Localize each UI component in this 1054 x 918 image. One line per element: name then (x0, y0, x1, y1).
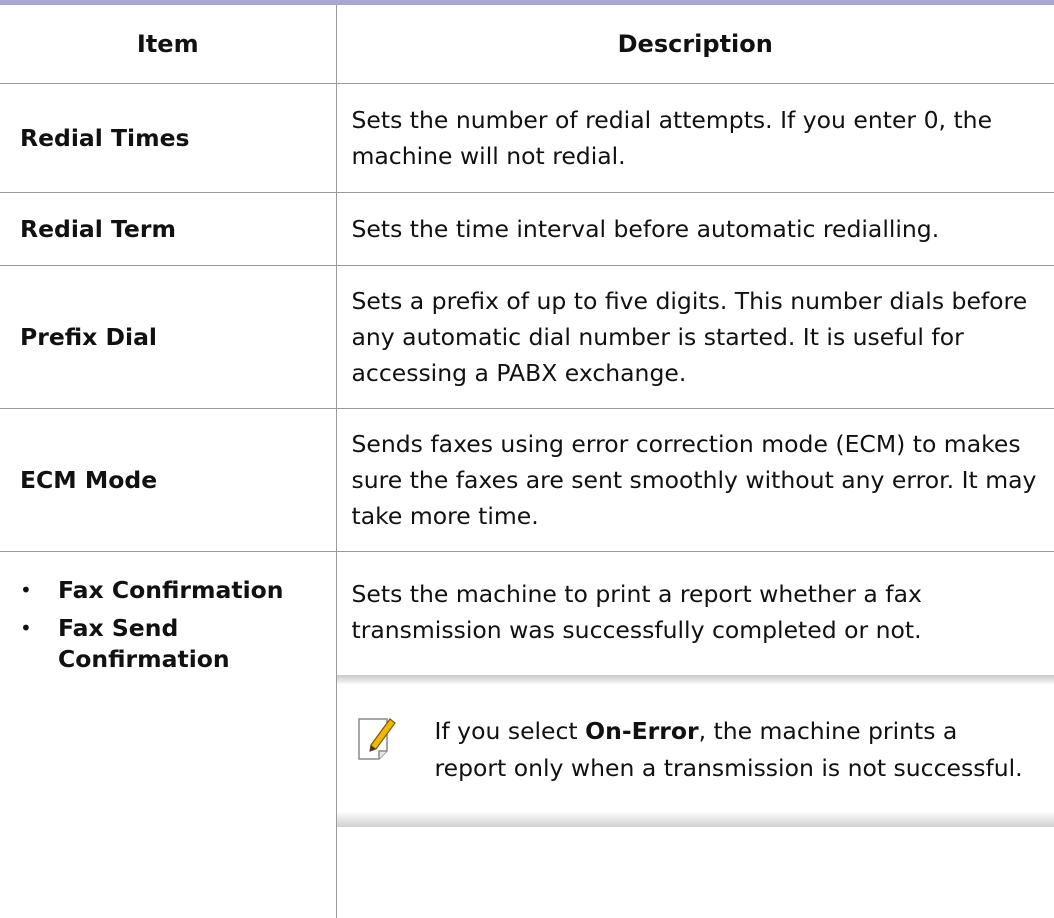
item-name: Redial Times (0, 84, 336, 193)
note-pencil-icon (357, 715, 397, 761)
item-description-cell: Sets the machine to print a report wheth… (336, 552, 1054, 918)
table-header-row: Item Description (0, 5, 1054, 84)
page: Item Description Redial Times Sets the n… (0, 0, 1054, 897)
item-description: Sends faxes using error correction mode … (336, 409, 1054, 552)
note-prefix: If you select (435, 717, 586, 745)
item-description: Sets a prefix of up to five digits. This… (336, 266, 1054, 409)
bullet-marker: • (20, 575, 32, 606)
item-description: Sets the number of redial attempts. If y… (336, 84, 1054, 193)
item-name: Fax Send Confirmation (58, 614, 230, 673)
item-name: ECM Mode (0, 409, 336, 552)
item-name: Prefix Dial (0, 266, 336, 409)
table-row: Redial Term Sets the time interval befor… (0, 193, 1054, 266)
item-name: Fax Confirmation (58, 576, 284, 604)
list-item: • Fax Confirmation (20, 575, 336, 606)
bullet-marker: • (20, 613, 32, 644)
note-option-name: On-Error (585, 717, 698, 745)
table-row: ECM Mode Sends faxes using error correct… (0, 409, 1054, 552)
item-description: Sets the time interval before automatic … (336, 193, 1054, 266)
settings-table: Item Description Redial Times Sets the n… (0, 5, 1054, 918)
list-item: • Fax Send Confirmation (20, 613, 336, 675)
item-name-list: • Fax Confirmation • Fax Send Confirmati… (0, 552, 336, 918)
item-name: Redial Term (0, 193, 336, 266)
item-description: Sets the machine to print a report wheth… (352, 576, 1039, 648)
column-header-description: Description (336, 5, 1054, 84)
table-row: Redial Times Sets the number of redial a… (0, 84, 1054, 193)
bullet-list: • Fax Confirmation • Fax Send Confirmati… (20, 575, 336, 675)
note-box: If you select On-Error, the machine prin… (337, 675, 1054, 827)
table-row: • Fax Confirmation • Fax Send Confirmati… (0, 552, 1054, 918)
table-row: Prefix Dial Sets a prefix of up to five … (0, 266, 1054, 409)
note-text: If you select On-Error, the machine prin… (435, 713, 1025, 787)
column-header-item: Item (0, 5, 336, 84)
